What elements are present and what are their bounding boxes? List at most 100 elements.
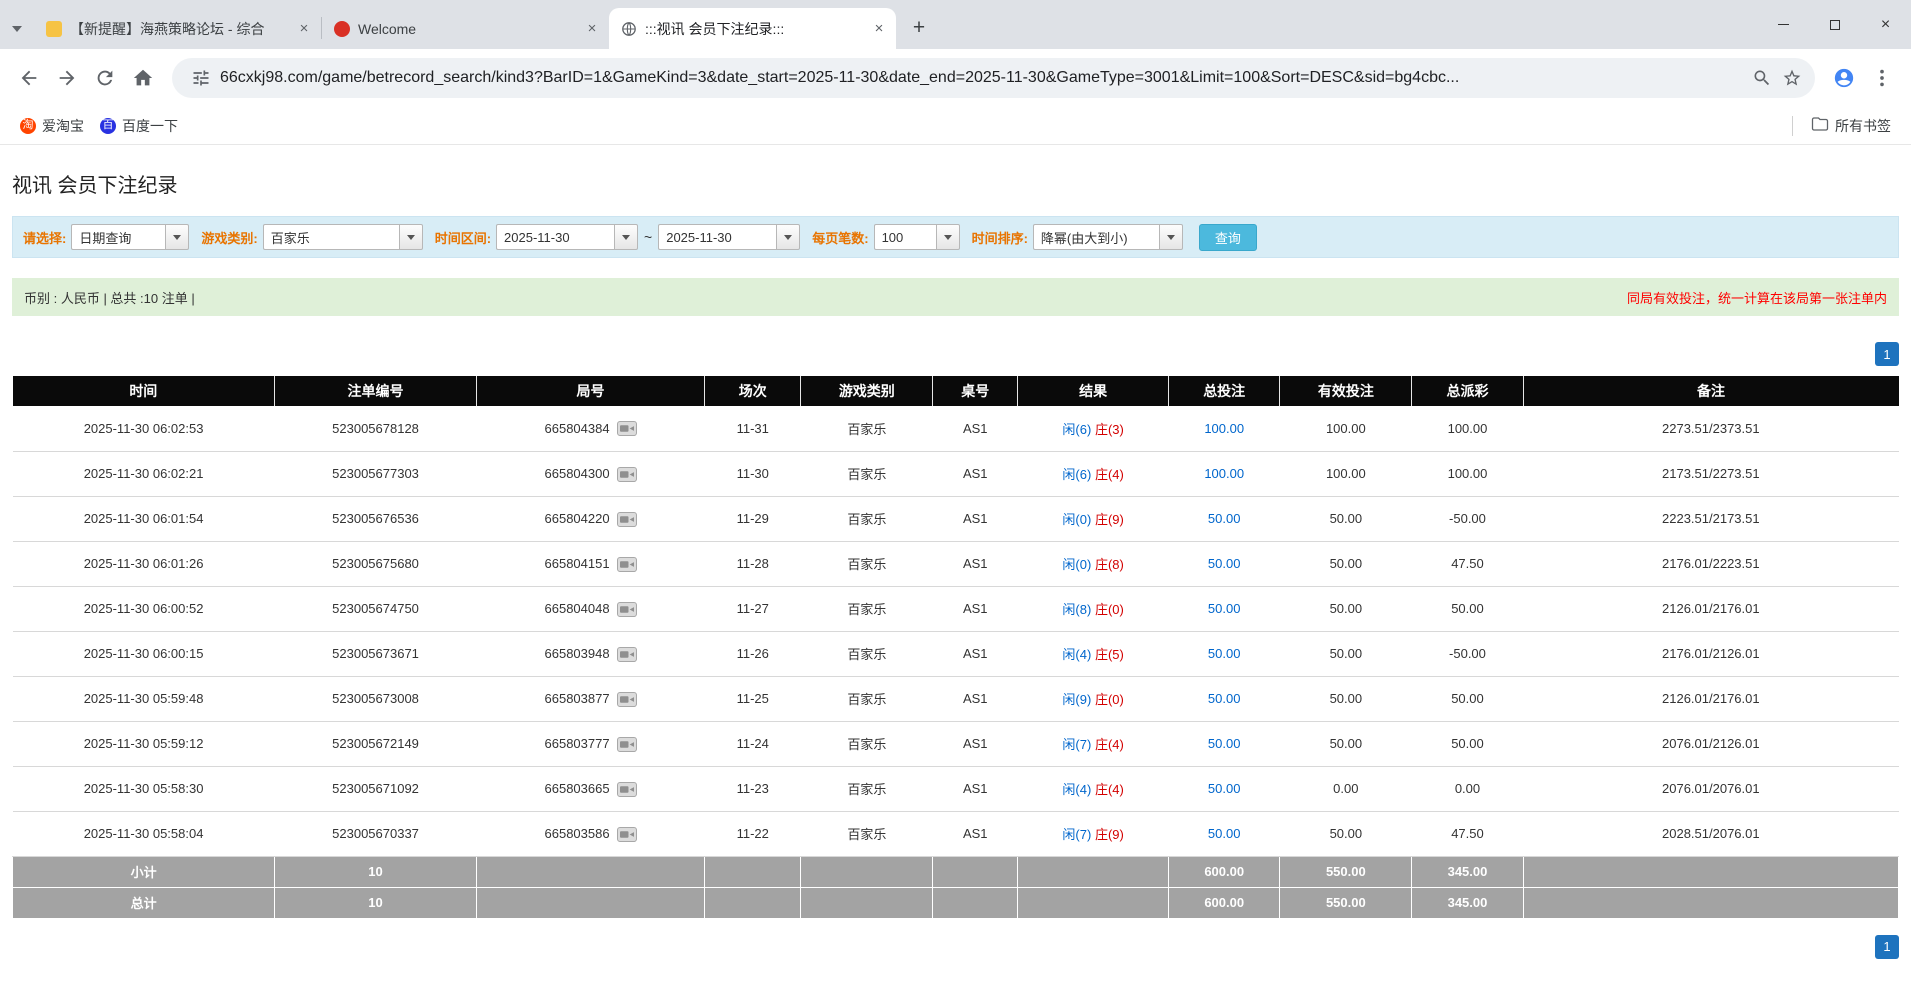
profile-avatar-icon[interactable] bbox=[1825, 59, 1863, 97]
total-bet-link[interactable]: 100.00 bbox=[1204, 466, 1244, 481]
chevron-down-icon[interactable] bbox=[165, 224, 189, 250]
cell-total-bet: 50.00 bbox=[1169, 811, 1280, 856]
bookmark-label: 百度一下 bbox=[122, 116, 178, 136]
video-replay-icon[interactable] bbox=[617, 782, 637, 797]
total-bet-link[interactable]: 50.00 bbox=[1208, 736, 1241, 751]
filter-group-game: 游戏类别: bbox=[201, 224, 422, 250]
total-bet-link[interactable]: 50.00 bbox=[1208, 601, 1241, 616]
chevron-down-icon[interactable] bbox=[1159, 224, 1183, 250]
video-replay-icon[interactable] bbox=[617, 421, 637, 436]
menu-dots-icon[interactable] bbox=[1863, 59, 1901, 97]
chevron-down-icon[interactable] bbox=[776, 224, 800, 250]
bookmark-taobao[interactable]: 淘 爱淘宝 bbox=[12, 112, 92, 140]
date-start-select[interactable] bbox=[496, 224, 638, 250]
total-bet-link[interactable]: 50.00 bbox=[1208, 511, 1241, 526]
url-text[interactable]: 66cxkj98.com/game/betrecord_search/kind3… bbox=[220, 69, 1741, 87]
page-size-label: 每页笔数: bbox=[812, 228, 868, 247]
result-banker: 庄(0) bbox=[1095, 602, 1124, 617]
tab-betrecord-active[interactable]: :::视讯 会员下注纪录::: × bbox=[609, 8, 896, 49]
maximize-button[interactable] bbox=[1809, 0, 1860, 49]
tab-welcome[interactable]: Welcome × bbox=[322, 8, 609, 49]
cell-time: 2025-11-30 06:00:52 bbox=[13, 586, 275, 631]
total-bet-link[interactable]: 100.00 bbox=[1204, 421, 1244, 436]
total-bet-link[interactable]: 50.00 bbox=[1208, 691, 1241, 706]
sort-select-input[interactable] bbox=[1033, 224, 1159, 250]
cell-total-bet: 50.00 bbox=[1169, 586, 1280, 631]
video-replay-icon[interactable] bbox=[617, 737, 637, 752]
page-number-button[interactable]: 1 bbox=[1875, 935, 1899, 959]
date-start-input[interactable] bbox=[496, 224, 614, 250]
cell-note: 2176.01/2223.51 bbox=[1523, 541, 1898, 586]
tab-search-button[interactable] bbox=[0, 8, 34, 49]
col-header-session: 场次 bbox=[705, 376, 801, 406]
video-replay-icon[interactable] bbox=[617, 647, 637, 662]
new-tab-button[interactable]: + bbox=[904, 13, 934, 43]
sort-select[interactable] bbox=[1033, 224, 1183, 250]
result-banker: 庄(3) bbox=[1095, 422, 1124, 437]
game-type-select-input[interactable] bbox=[263, 224, 399, 250]
cell-round: 665804220 bbox=[476, 496, 704, 541]
cell-game-type: 百家乐 bbox=[801, 766, 933, 811]
round-number: 665804384 bbox=[545, 421, 610, 436]
back-button[interactable] bbox=[10, 59, 48, 97]
close-window-button[interactable]: × bbox=[1860, 0, 1911, 49]
table-row: 2025-11-30 06:00:15523005673671665803948… bbox=[13, 631, 1899, 676]
page-size-input[interactable] bbox=[874, 224, 936, 250]
forward-button[interactable] bbox=[48, 59, 86, 97]
date-end-select[interactable] bbox=[658, 224, 800, 250]
cell-summary-count: 10 bbox=[275, 856, 477, 887]
video-replay-icon[interactable] bbox=[617, 557, 637, 572]
cell-valid-bet: 50.00 bbox=[1280, 631, 1412, 676]
tab-title: :::视讯 会员下注纪录::: bbox=[645, 19, 862, 39]
cell-payout: -50.00 bbox=[1412, 496, 1523, 541]
tab-forum[interactable]: 【新提醒】海燕策略论坛 - 综合 × bbox=[34, 8, 321, 49]
notice-text: 同局有效投注，统一计算在该局第一张注单内 bbox=[1627, 288, 1887, 307]
all-bookmarks-label: 所有书签 bbox=[1835, 116, 1891, 136]
table-row: 2025-11-30 06:01:26523005675680665804151… bbox=[13, 541, 1899, 586]
total-bet-link[interactable]: 50.00 bbox=[1208, 646, 1241, 661]
total-bet-link[interactable]: 50.00 bbox=[1208, 826, 1241, 841]
video-replay-icon[interactable] bbox=[617, 827, 637, 842]
chevron-down-icon[interactable] bbox=[614, 224, 638, 250]
page-number-button[interactable]: 1 bbox=[1875, 342, 1899, 366]
bookmark-baidu[interactable]: 百 百度一下 bbox=[92, 112, 186, 140]
cell-time: 2025-11-30 06:00:15 bbox=[13, 631, 275, 676]
video-replay-icon[interactable] bbox=[617, 467, 637, 482]
chevron-down-icon[interactable] bbox=[399, 224, 423, 250]
globe-favicon-icon bbox=[621, 21, 637, 37]
video-replay-icon[interactable] bbox=[617, 512, 637, 527]
cell-summary-count: 10 bbox=[275, 887, 477, 918]
total-bet-link[interactable]: 50.00 bbox=[1208, 556, 1241, 571]
chevron-down-icon[interactable] bbox=[936, 224, 960, 250]
round-number: 665803586 bbox=[545, 827, 610, 842]
video-replay-icon[interactable] bbox=[617, 692, 637, 707]
game-type-select[interactable] bbox=[263, 224, 423, 250]
date-end-input[interactable] bbox=[658, 224, 776, 250]
cell-note: 2076.01/2076.01 bbox=[1523, 766, 1898, 811]
mode-select-input[interactable] bbox=[71, 224, 165, 250]
site-info-icon[interactable] bbox=[186, 63, 216, 93]
minimize-button[interactable] bbox=[1758, 0, 1809, 49]
total-bet-link[interactable]: 50.00 bbox=[1208, 781, 1241, 796]
browser-window: 【新提醒】海燕策略论坛 - 综合 × Welcome × :::视讯 会员下注纪… bbox=[0, 0, 1911, 983]
page-size-select[interactable] bbox=[874, 224, 960, 250]
search-button[interactable]: 查询 bbox=[1199, 224, 1257, 251]
mode-select[interactable] bbox=[71, 224, 189, 250]
baidu-icon: 百 bbox=[100, 118, 116, 134]
address-bar[interactable]: 66cxkj98.com/game/betrecord_search/kind3… bbox=[172, 58, 1815, 98]
zoom-icon[interactable] bbox=[1747, 63, 1777, 93]
home-button[interactable] bbox=[124, 59, 162, 97]
tab-close-icon[interactable]: × bbox=[295, 20, 313, 38]
bookmark-star-icon[interactable] bbox=[1777, 63, 1807, 93]
cell-game-type: 百家乐 bbox=[801, 496, 933, 541]
cell-session: 11-28 bbox=[705, 541, 801, 586]
all-bookmarks-button[interactable]: 所有书签 bbox=[1803, 111, 1899, 140]
video-replay-icon[interactable] bbox=[617, 602, 637, 617]
cell-game-type: 百家乐 bbox=[801, 811, 933, 856]
cell-round: 665803948 bbox=[476, 631, 704, 676]
cell-round: 665803665 bbox=[476, 766, 704, 811]
tab-close-icon[interactable]: × bbox=[870, 20, 888, 38]
tab-close-icon[interactable]: × bbox=[583, 20, 601, 38]
round-number: 665804300 bbox=[545, 467, 610, 482]
refresh-button[interactable] bbox=[86, 59, 124, 97]
